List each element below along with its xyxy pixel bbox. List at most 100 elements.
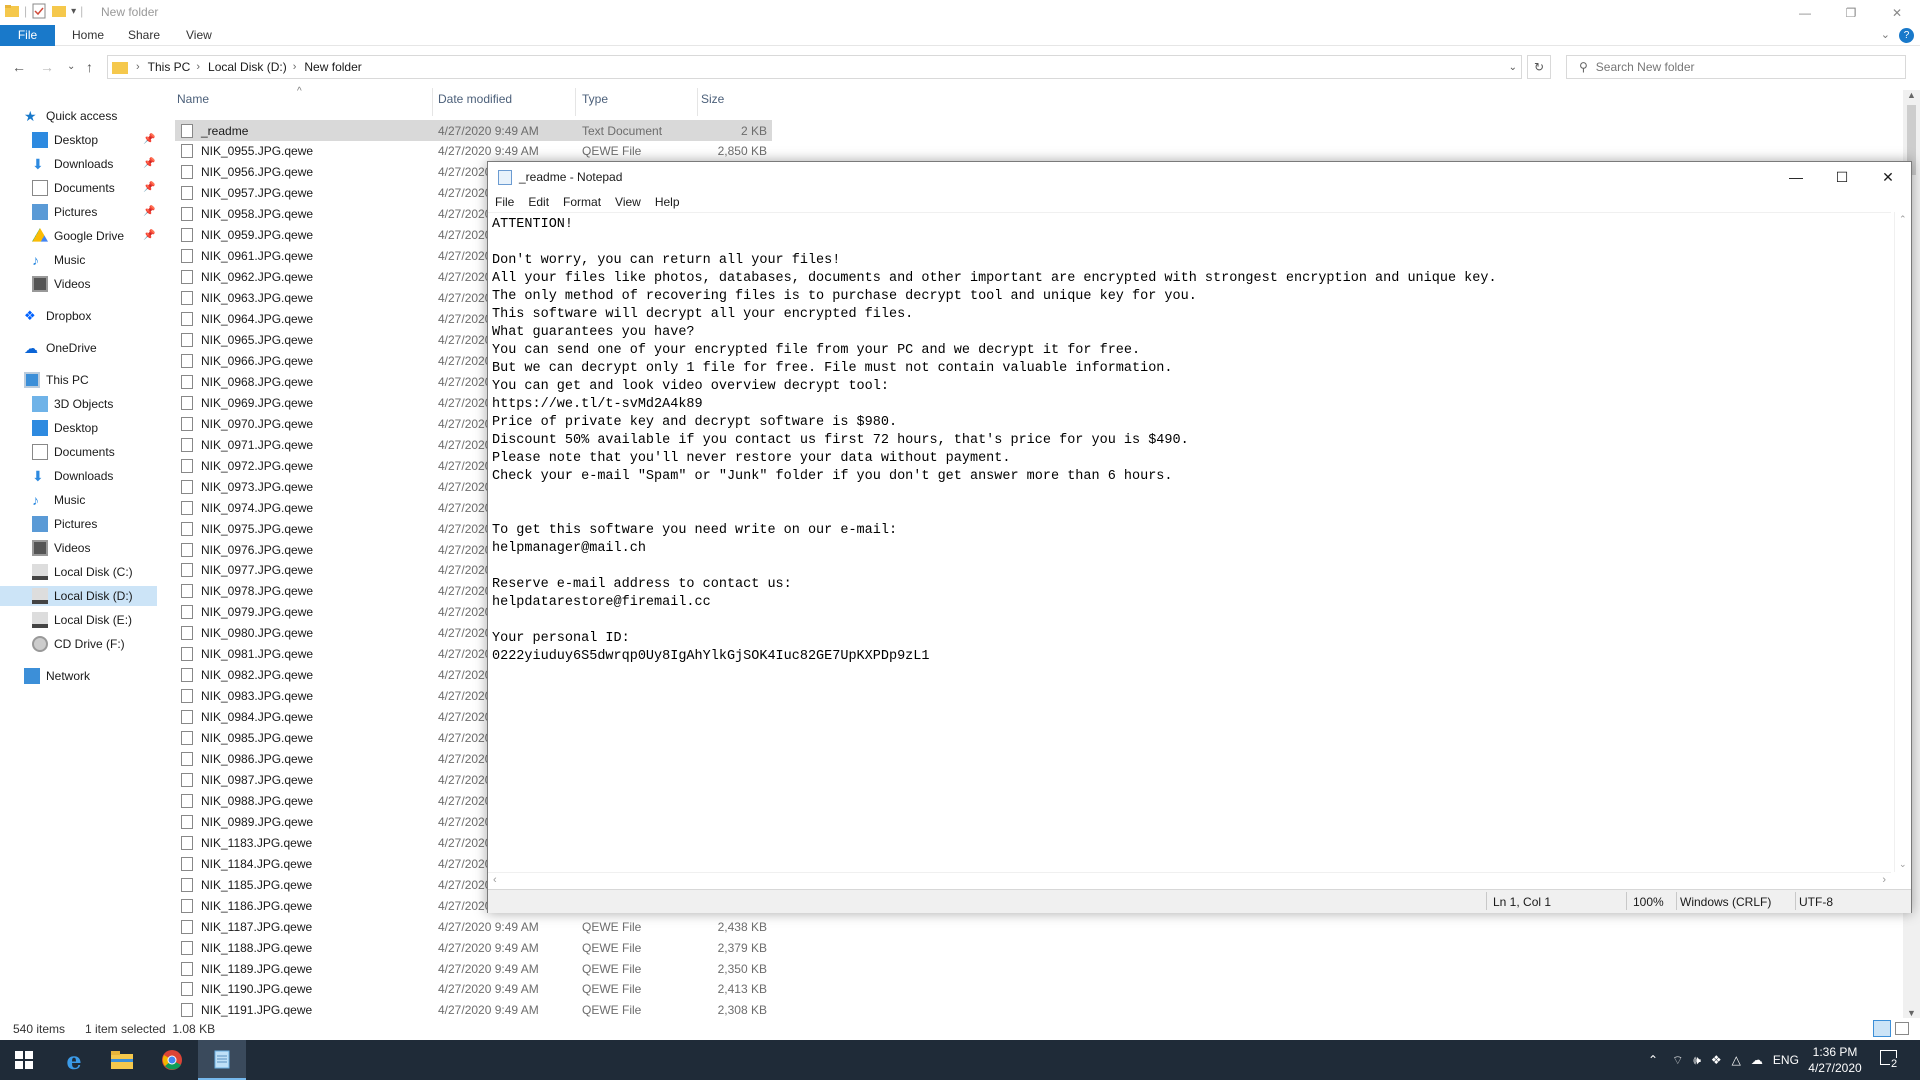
recent-locations-icon[interactable]: ⌄ — [67, 61, 75, 72]
file-date: 4/27/2020 9:49 AM — [438, 144, 539, 159]
new-folder-icon[interactable] — [51, 3, 67, 19]
nav-this-pc[interactable]: This PC — [24, 370, 89, 390]
column-divider[interactable] — [697, 88, 698, 116]
nav-local-disk-e[interactable]: Local Disk (E:) — [32, 610, 132, 630]
scroll-up-icon[interactable]: ▲ — [1907, 90, 1916, 100]
notepad-horizontal-scrollbar[interactable]: ‹ › — [488, 872, 1891, 889]
nav-videos[interactable]: Videos — [32, 538, 90, 558]
pin-icon[interactable]: 📌 — [143, 182, 155, 193]
address-bar[interactable]: › This PC › Local Disk (D:) › New folder… — [107, 55, 1522, 79]
google-drive-icon[interactable]: △ — [1732, 1053, 1741, 1067]
menu-view[interactable]: View — [608, 195, 648, 209]
column-header-type[interactable]: Type — [582, 92, 608, 112]
start-button[interactable] — [0, 1040, 48, 1080]
customize-toolbar-icon[interactable]: ▾ — [71, 6, 76, 17]
nav-quick-videos[interactable]: Videos — [32, 274, 90, 294]
pin-icon[interactable]: 📌 — [143, 134, 155, 145]
scroll-right-icon[interactable]: › — [1882, 874, 1886, 886]
edge-taskbar-button[interactable]: e — [50, 1040, 98, 1080]
back-arrow-icon[interactable]: ← — [12, 59, 26, 75]
nav-quick-desktop[interactable]: Desktop — [32, 130, 98, 150]
nav-music[interactable]: ♪ Music — [32, 490, 85, 510]
nav-downloads[interactable]: ⬇ Downloads — [32, 466, 113, 486]
nav-quick-documents[interactable]: Documents — [32, 178, 115, 198]
properties-icon[interactable] — [31, 3, 47, 19]
maximize-icon[interactable]: ☐ — [1819, 162, 1865, 192]
file-row[interactable]: NIK_0955.JPG.qewe 4/27/2020 9:49 AM QEWE F… — [175, 141, 772, 162]
minimize-icon[interactable]: — — [1773, 162, 1819, 192]
nav-dropbox[interactable]: ❖ Dropbox — [24, 306, 91, 326]
file-type: QEWE File — [582, 982, 642, 997]
expand-ribbon-icon[interactable]: ⌄ — [1881, 28, 1890, 41]
menu-format[interactable]: Format — [556, 195, 608, 209]
onedrive-icon[interactable]: ☁ — [1751, 1053, 1763, 1067]
nav-quick-downloads[interactable]: ⬇ Downloads — [32, 154, 113, 174]
tab-view[interactable]: View — [176, 25, 222, 46]
refresh-icon[interactable]: ↻ — [1527, 55, 1551, 79]
maximize-icon[interactable]: ❐ — [1828, 0, 1874, 25]
breadcrumb-this-pc[interactable]: This PC — [148, 60, 191, 74]
nav-documents[interactable]: Documents — [32, 442, 115, 462]
forward-arrow-icon[interactable]: → — [40, 59, 54, 75]
nav-quick-pictures[interactable]: Pictures — [32, 202, 97, 222]
tab-home[interactable]: Home — [62, 25, 114, 46]
minimize-icon[interactable]: — — [1782, 0, 1828, 25]
pin-icon[interactable]: 📌 — [143, 206, 155, 217]
pin-icon[interactable]: 📌 — [143, 158, 155, 169]
large-icons-view-icon[interactable] — [1895, 1022, 1909, 1035]
action-center-button[interactable]: 2 — [1878, 1048, 1902, 1072]
search-input[interactable]: ⚲ Search New folder — [1566, 55, 1906, 79]
chrome-taskbar-button[interactable] — [148, 1040, 196, 1080]
nav-quick-music[interactable]: ♪ Music — [32, 250, 85, 270]
column-header-name[interactable]: Name — [177, 92, 209, 112]
network-icon[interactable]: ⌔ — [1672, 1053, 1683, 1068]
scroll-left-icon[interactable]: ‹ — [493, 874, 497, 886]
column-divider[interactable] — [575, 88, 576, 116]
nav-pictures[interactable]: Pictures — [32, 514, 97, 534]
menu-help[interactable]: Help — [648, 195, 687, 209]
scroll-down-icon[interactable]: ⌄ — [1899, 859, 1907, 870]
nav-quick-google-drive[interactable]: Google Drive — [32, 226, 124, 246]
tab-file[interactable]: File — [0, 25, 55, 46]
nav-onedrive[interactable]: ☁ OneDrive — [24, 338, 97, 358]
help-icon[interactable]: ? — [1899, 28, 1914, 43]
file-explorer-taskbar-button[interactable] — [98, 1040, 146, 1080]
pin-icon[interactable]: 📌 — [143, 230, 155, 241]
column-header-date[interactable]: Date modified — [438, 92, 512, 112]
show-hidden-icons-icon[interactable]: ⌃ — [1648, 1053, 1658, 1067]
breadcrumb-local-disk-d[interactable]: Local Disk (D:) — [208, 60, 287, 74]
up-arrow-icon[interactable]: ↑ — [86, 59, 93, 75]
column-header-size[interactable]: Size — [701, 92, 724, 112]
menu-edit[interactable]: Edit — [521, 195, 556, 209]
pictures-icon — [32, 204, 48, 220]
scroll-down-icon[interactable]: ▼ — [1907, 1008, 1916, 1018]
nav-label: Music — [54, 253, 86, 267]
nav-local-disk-c[interactable]: Local Disk (C:) — [32, 562, 133, 582]
nav-network[interactable]: Network — [24, 666, 90, 686]
close-icon[interactable]: ✕ — [1874, 0, 1920, 25]
clock[interactable]: 1:36 PM 4/27/2020 — [1795, 1044, 1875, 1076]
scroll-up-icon[interactable]: ⌃ — [1899, 214, 1907, 225]
file-row[interactable]: _readme 4/27/2020 9:49 AM Text Document 2 K… — [175, 120, 772, 141]
close-icon[interactable]: ✕ — [1865, 162, 1911, 192]
menu-file[interactable]: File — [488, 195, 521, 209]
nav-desktop[interactable]: Desktop — [32, 418, 98, 438]
volume-icon[interactable]: 🕪 — [1693, 1053, 1701, 1068]
address-dropdown-icon[interactable]: ⌄ — [1509, 62, 1517, 73]
file-row[interactable]: NIK_1189.JPG.qewe 4/27/2020 9:49 AM QEWE F… — [175, 958, 772, 979]
file-row[interactable]: NIK_1190.JPG.qewe 4/27/2020 9:49 AM QEWE F… — [175, 979, 772, 1000]
notepad-vertical-scrollbar[interactable]: ⌃ ⌄ — [1894, 212, 1911, 872]
details-view-icon[interactable] — [1873, 1020, 1891, 1037]
nav-local-disk-d[interactable]: Local Disk (D:) — [0, 586, 157, 606]
breadcrumb-new-folder[interactable]: New folder — [304, 60, 361, 74]
column-divider[interactable] — [432, 88, 433, 116]
tab-share[interactable]: Share — [118, 25, 170, 46]
file-row[interactable]: NIK_1187.JPG.qewe 4/27/2020 9:49 AM QEWE F… — [175, 916, 772, 937]
dropbox-icon[interactable]: ❖ — [1711, 1053, 1722, 1067]
notepad-taskbar-button[interactable] — [198, 1040, 246, 1080]
nav-3d-objects[interactable]: 3D Objects — [32, 394, 113, 414]
notepad-text-area[interactable]: ATTENTION! Don't worry, you can return a… — [488, 212, 1891, 872]
nav-quick-access[interactable]: ★ Quick access — [24, 106, 117, 126]
nav-cd-drive-f[interactable]: CD Drive (F:) — [32, 634, 125, 654]
file-row[interactable]: NIK_1188.JPG.qewe 4/27/2020 9:49 AM QEWE F… — [175, 937, 772, 958]
